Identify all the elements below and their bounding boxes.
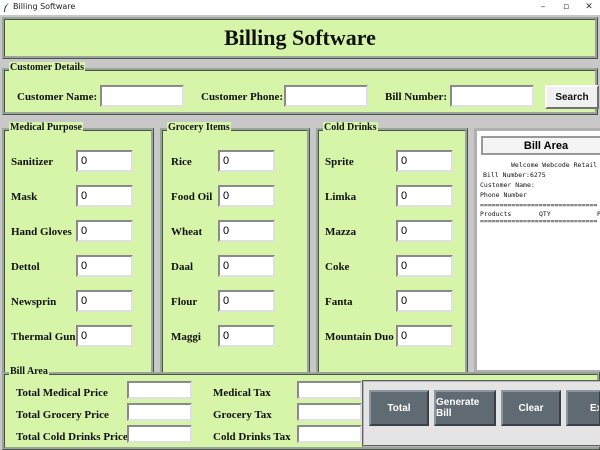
cold-drinks-legend: Cold Drinks	[323, 122, 378, 134]
grocery-legend: Grocery Items	[167, 122, 231, 134]
total-cold-drinks-input[interactable]	[127, 425, 192, 443]
bill-menu-panel: Bill Area Total Medical Price Total Groc…	[2, 366, 600, 450]
mountain-duo-input[interactable]: 0	[396, 325, 453, 347]
bill-display-title: Bill Area	[481, 136, 600, 155]
cold-item-label: Mountain Duo	[325, 331, 394, 343]
cold-item-label: Sprite	[325, 156, 354, 168]
customer-details-legend: Customer Details	[9, 62, 85, 74]
hand-gloves-input[interactable]: 0	[76, 220, 133, 242]
cold-drinks-tax-input[interactable]	[297, 425, 362, 443]
bill-number-label: Bill Number:	[385, 91, 448, 103]
bill-welcome-text: Welcome Webcode Retail	[511, 161, 598, 169]
clear-button[interactable]: Clear	[501, 390, 561, 426]
cold-item-label: Limka	[325, 191, 357, 203]
cold-item-label: Mazza	[325, 226, 357, 238]
cold-drinks-panel: Cold Drinks Sprite 0 Limka 0 Mazza 0 Cok…	[316, 122, 468, 378]
total-grocery-label: Total Grocery Price	[16, 409, 109, 421]
grocery-item-label: Flour	[171, 296, 198, 308]
total-grocery-input[interactable]	[127, 403, 192, 421]
flour-input[interactable]: 0	[218, 290, 275, 312]
total-medical-input[interactable]	[127, 381, 192, 399]
wheat-input[interactable]: 0	[218, 220, 275, 242]
bill-number-input[interactable]	[450, 85, 534, 107]
bill-separator: ==============================	[480, 217, 598, 225]
grocery-item-label: Rice	[171, 156, 192, 168]
cold-item-label: Coke	[325, 261, 350, 273]
customer-name-input[interactable]	[100, 85, 184, 107]
medical-item-label: Newsprin	[11, 296, 57, 308]
medical-legend: Medical Purpose	[9, 122, 83, 134]
cold-item-label: Fanta	[325, 296, 353, 308]
dettol-input[interactable]: 0	[76, 255, 133, 277]
total-medical-label: Total Medical Price	[16, 387, 108, 399]
bill-phone-text: Phone Number	[480, 191, 527, 199]
sanitizer-input[interactable]: 0	[76, 150, 133, 172]
medical-item-label: Thermal Gun	[11, 331, 76, 343]
grocery-item-label: Food Oil	[171, 191, 213, 203]
app-root: Billing Software Customer Details Custom…	[0, 15, 600, 450]
newsprin-input[interactable]: 0	[76, 290, 133, 312]
daal-input[interactable]: 0	[218, 255, 275, 277]
mask-input[interactable]: 0	[76, 185, 133, 207]
search-button[interactable]: Search	[545, 85, 599, 109]
grocery-tax-label: Grocery Tax	[213, 409, 272, 421]
food-oil-input[interactable]: 0	[218, 185, 275, 207]
fanta-input[interactable]: 0	[396, 290, 453, 312]
rice-input[interactable]: 0	[218, 150, 275, 172]
medical-item-label: Sanitizer	[11, 156, 54, 168]
coke-input[interactable]: 0	[396, 255, 453, 277]
maximize-button[interactable]: ▫	[556, 1, 576, 13]
close-button[interactable]: ✕	[579, 1, 599, 13]
medical-panel: Medical Purpose Sanitizer 0 Mask 0 Hand …	[2, 122, 154, 378]
medical-item-label: Mask	[11, 191, 38, 203]
total-cold-drinks-label: Total Cold Drinks Price	[16, 431, 128, 443]
grocery-item-label: Maggi	[171, 331, 201, 343]
mazza-input[interactable]: 0	[396, 220, 453, 242]
total-button[interactable]: Total	[369, 390, 429, 426]
customer-phone-input[interactable]	[284, 85, 368, 107]
window-titlebar: Billing Software – ▫ ✕	[0, 0, 600, 15]
customer-phone-label: Customer Phone:	[201, 91, 283, 103]
customer-name-label: Customer Name:	[17, 91, 98, 103]
bill-separator: ==============================	[480, 201, 598, 209]
grocery-item-label: Daal	[171, 261, 193, 273]
limka-input[interactable]: 0	[396, 185, 453, 207]
medical-item-label: Hand Gloves	[11, 226, 72, 238]
medical-tax-input[interactable]	[297, 381, 362, 399]
bill-customer-name-text: Customer Name:	[480, 181, 535, 189]
grocery-item-label: Wheat	[171, 226, 203, 238]
medical-item-label: Dettol	[11, 261, 40, 273]
exit-button[interactable]: Exit	[566, 390, 600, 426]
bill-menu-legend: Bill Area	[9, 366, 49, 378]
page-title: Billing Software	[2, 17, 598, 59]
cold-drinks-tax-label: Cold Drinks Tax	[213, 431, 291, 443]
medical-tax-label: Medical Tax	[213, 387, 271, 399]
bill-display-panel: Bill Area Welcome Webcode Retail Bill Nu…	[474, 128, 600, 373]
customer-details-panel: Customer Details Customer Name: Customer…	[2, 62, 599, 115]
button-frame: Total Generate Bill Clear Exit	[362, 380, 600, 447]
bill-number-text: Bill Number:6275	[483, 171, 546, 179]
generate-bill-button[interactable]: Generate Bill	[434, 390, 496, 426]
minimize-button[interactable]: –	[533, 1, 553, 13]
sprite-input[interactable]: 0	[396, 150, 453, 172]
feather-icon	[4, 3, 9, 12]
grocery-tax-input[interactable]	[297, 403, 362, 421]
maggi-input[interactable]: 0	[218, 325, 275, 347]
thermal-gun-input[interactable]: 0	[76, 325, 133, 347]
grocery-panel: Grocery Items Rice 0 Food Oil 0 Wheat 0 …	[160, 122, 310, 378]
window-title: Billing Software	[13, 2, 76, 11]
